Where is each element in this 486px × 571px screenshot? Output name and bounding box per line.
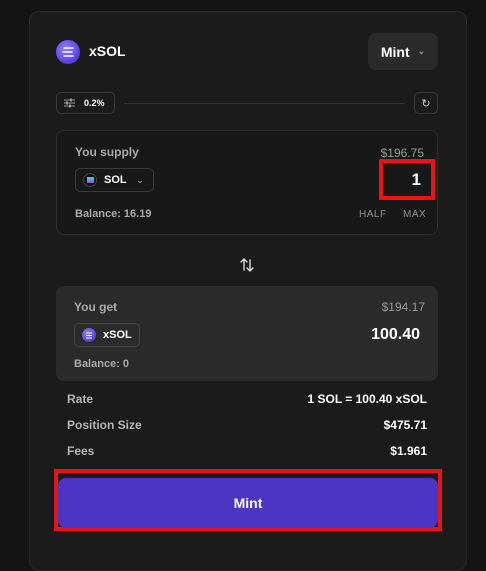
mode-label: Mint — [380, 43, 410, 60]
rate-value: 1 SOL = 100.40 xSOL — [307, 392, 427, 406]
sliders-icon — [64, 98, 76, 108]
sol-icon — [83, 173, 97, 187]
supply-token-selector[interactable]: SOL ⌄ — [75, 168, 154, 192]
xsol-logo-icon — [56, 40, 80, 64]
refresh-button[interactable]: ↻ — [414, 92, 438, 114]
receive-usd-value: $194.17 — [381, 300, 425, 314]
fees-value: $1.961 — [390, 444, 427, 458]
refresh-icon: ↻ — [421, 97, 431, 110]
xsol-icon — [82, 328, 96, 342]
rate-label: Rate — [67, 392, 94, 406]
position-size-value: $475.71 — [383, 418, 427, 432]
receive-token: xSOL — [74, 323, 140, 347]
receive-balance: Balance: 0 — [74, 358, 130, 370]
mint-button[interactable]: Mint — [58, 478, 438, 528]
slippage-value: 0.2% — [84, 98, 105, 108]
receive-token-label: xSOL — [103, 329, 132, 341]
divider — [124, 103, 405, 104]
swap-direction-icon[interactable] — [240, 257, 254, 273]
half-button[interactable]: HALF — [359, 209, 387, 220]
token-title: xSOL — [89, 43, 126, 59]
supply-token-label: SOL — [104, 174, 127, 186]
supply-amount: 1 — [411, 169, 421, 189]
position-size-label: Position Size — [67, 418, 142, 432]
supply-amount-input[interactable]: 1 — [379, 159, 435, 200]
chevron-down-icon: ⌄ — [136, 175, 144, 185]
max-button[interactable]: MAX — [403, 209, 426, 220]
supply-usd-value: $196.75 — [380, 146, 424, 160]
chevron-down-icon: ⌄ — [417, 46, 426, 56]
receive-amount: 100.40 — [371, 326, 420, 343]
slippage-button[interactable]: 0.2% — [56, 92, 115, 114]
supply-label: You supply — [75, 145, 139, 159]
mode-dropdown[interactable]: Mint ⌄ — [368, 33, 438, 70]
receive-label: You get — [74, 300, 118, 314]
fees-label: Fees — [67, 444, 95, 458]
supply-balance: Balance: 16.19 — [75, 208, 152, 220]
